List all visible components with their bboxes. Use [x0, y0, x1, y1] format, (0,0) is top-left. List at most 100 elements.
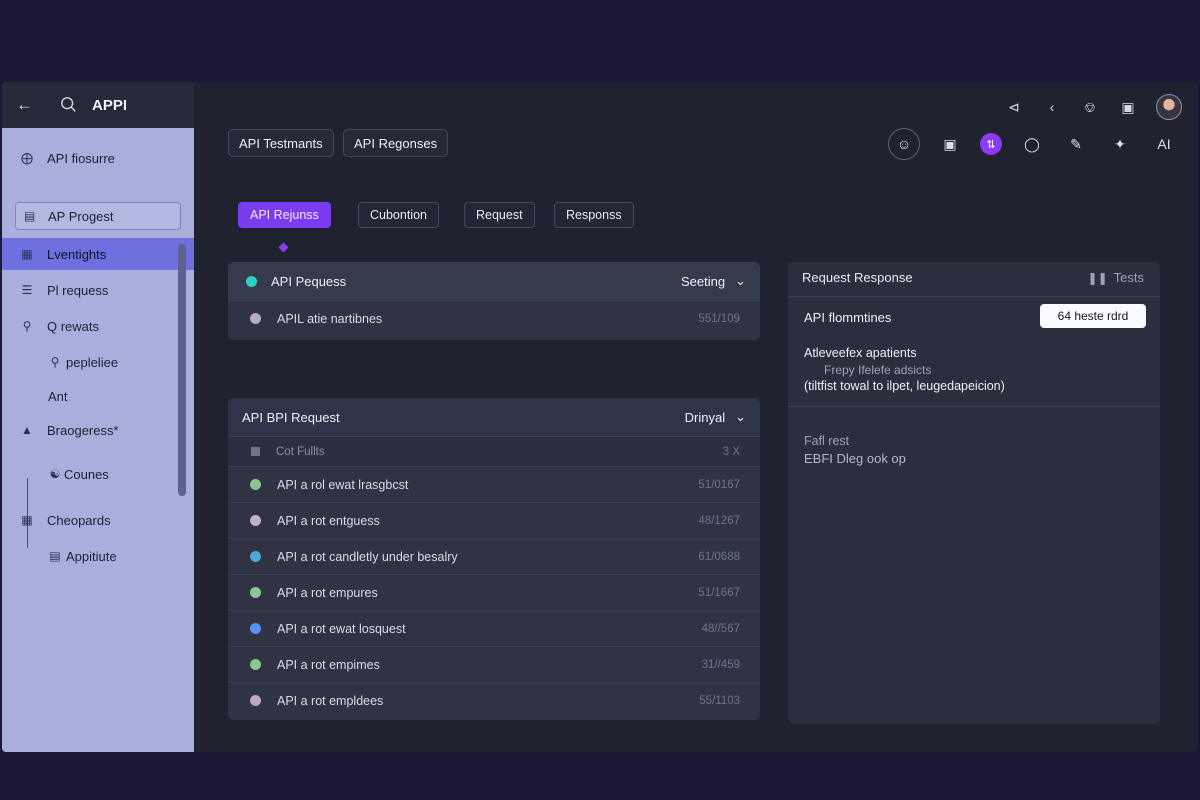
subheader-label: Cot Fullts: [276, 445, 325, 458]
status-dot: [250, 659, 261, 670]
ai-button[interactable]: AI: [1150, 130, 1178, 158]
dropdown-value: Seeting: [681, 273, 726, 289]
table-subheader: Cot Fullts 3 X: [228, 436, 760, 466]
row-label: API a rot empldees: [277, 693, 384, 708]
sidebar-item-braogeress[interactable]: ▲ Braogeress*: [2, 414, 194, 446]
panel-header: API Pequess Seeting ⌄: [228, 262, 760, 300]
sidebar-item-lventights[interactable]: ▦ Lventights: [2, 238, 194, 270]
back-arrow-icon[interactable]: ←: [16, 95, 36, 115]
dropdown-value: Drinyal: [684, 409, 726, 425]
sidebar-item-q-rewats[interactable]: ⚲ Q rewats: [2, 310, 194, 342]
panel-header: API BPI Request Drinyal ⌄: [228, 398, 760, 436]
table-row[interactable]: API a rot empures 51/1667: [228, 574, 760, 610]
tab-request[interactable]: Request: [464, 202, 535, 228]
sidebar: ⨁ API fiosurre ▤ AP Progest ▦ Lventights…: [2, 128, 194, 752]
sidebar-item-ap-progest[interactable]: ▤ AP Progest: [15, 202, 181, 230]
sidebar-item-label: Cheopards: [47, 512, 111, 528]
sidebar-item-cheopards[interactable]: ▦ Cheopards: [2, 504, 194, 536]
app-window: ← APPI ⨁ API fiosurre ▤ AP Progest ▦ Lve…: [2, 82, 1198, 752]
sidebar-item-counes[interactable]: ☯ Counes: [2, 458, 194, 490]
sidebar-item-label: Braogeress*: [47, 422, 119, 438]
panel-dropdown[interactable]: Seeting ⌄: [681, 273, 746, 289]
sidebar-item-appitiute[interactable]: ▤ Appitiute: [2, 540, 194, 572]
request-response-panel: Request Response ❚❚ Tests API flommtines…: [788, 262, 1160, 724]
chat-icon[interactable]: ◯: [1018, 130, 1046, 158]
status-dot: [250, 479, 261, 490]
checkbox-icon[interactable]: [251, 447, 260, 456]
toolbar: ☺ ▣ ⇅ ◯ ✎ ✦ AI: [888, 128, 1178, 160]
table-row[interactable]: API a rol ewat lrasgbcst 51/0167: [228, 466, 760, 502]
sidebar-item-label: API fiosurre: [47, 150, 115, 166]
tab-responss[interactable]: Responss: [554, 202, 634, 228]
description-subtitle: Frepy Ifelefe adsicts: [824, 363, 932, 377]
row-label: API a rot candletly under besalry: [277, 549, 458, 564]
chevron-left-icon[interactable]: ‹: [1042, 97, 1062, 117]
row-label: API a rot ewat losquest: [277, 621, 406, 636]
bolt-icon[interactable]: ⇅: [980, 133, 1002, 155]
pencil-icon[interactable]: ✎: [1062, 130, 1090, 158]
table-row[interactable]: API a rot empimes 31//459: [228, 646, 760, 682]
sidebar-item-pepleliee[interactable]: ⚲ pepleliee: [2, 346, 194, 378]
table-row[interactable]: API a rot empldees 55/1103: [228, 682, 760, 718]
sidebar-item-pl-requess[interactable]: ☰ Pl requess: [2, 274, 194, 306]
divider: [788, 296, 1160, 297]
columns-icon: ❚❚: [1087, 270, 1108, 285]
search-icon[interactable]: [60, 96, 78, 114]
subheader-value: 3 X: [722, 445, 740, 458]
status-badge: 64 heste rdrd: [1040, 304, 1146, 328]
row-value: 551/109: [698, 312, 740, 325]
sidebar-scrollbar[interactable]: [178, 244, 186, 496]
app-title: APPI: [92, 96, 128, 114]
arrow-up-icon: ▲: [21, 423, 33, 437]
row-label: APIL atie nartibnes: [277, 311, 383, 326]
tab-cubontion[interactable]: Cubontion: [358, 202, 439, 228]
row-value: 51/0167: [698, 478, 740, 491]
sidebar-item-label: Counes: [64, 466, 109, 482]
pin-icon[interactable]: ✦: [1106, 130, 1134, 158]
description-line: (tiltfist towal to ilpet, leugedapeicion…: [804, 379, 1005, 393]
grid-icon: ▦: [21, 247, 33, 261]
table-row[interactable]: API a rot ewat losquest 48//567: [228, 610, 760, 646]
footer-line: EBFI Dleg ook op: [804, 451, 906, 466]
api-pequess-panel: API Pequess Seeting ⌄ APIL atie nartibne…: [228, 262, 760, 340]
window-icon[interactable]: ▣: [1118, 97, 1138, 117]
status-dot: [250, 623, 261, 634]
users-icon: ☯: [49, 467, 61, 481]
tests-tab[interactable]: ❚❚ Tests: [1088, 270, 1144, 285]
row-value: 31//459: [701, 658, 740, 671]
row-label: API a rot empures: [277, 585, 378, 600]
chevron-down-icon: ⌄: [735, 409, 746, 424]
api-bpi-request-panel: API BPI Request Drinyal ⌄ Cot Fullts 3 X…: [228, 398, 760, 720]
chip-api-regonses[interactable]: API Regonses: [343, 129, 449, 157]
sidebar-item-label: pepleliee: [66, 354, 119, 370]
tab-api-rejunss[interactable]: API Rejunss: [238, 202, 331, 228]
sidebar-item-api-fiosurre[interactable]: ⨁ API fiosurre: [2, 142, 194, 174]
avatar[interactable]: [1156, 94, 1182, 120]
status-dot: [250, 313, 261, 324]
tests-label: Tests: [1113, 270, 1144, 285]
sidebar-item-label: Pl requess: [47, 282, 109, 298]
response-row-label: API flommtines: [804, 310, 892, 325]
sidebar-item-label: Ant: [48, 388, 68, 404]
sidebar-item-label: AP Progest: [48, 208, 114, 224]
user-icon[interactable]: ☺: [888, 128, 920, 160]
status-dot: [246, 275, 257, 287]
chip-api-testmants[interactable]: API Testmants: [228, 129, 334, 157]
bell-icon[interactable]: ⎊: [1080, 97, 1100, 117]
list-item[interactable]: APIL atie nartibnes 551/109: [228, 300, 760, 336]
status-dot: [250, 515, 261, 526]
panel-dropdown[interactable]: Drinyal ⌄: [685, 409, 746, 425]
pin-icon: ⚲: [22, 319, 32, 333]
sidebar-item-ant[interactable]: Ant: [2, 380, 194, 412]
status-dot: [250, 587, 261, 598]
row-label: API a rol ewat lrasgbcst: [277, 477, 409, 492]
share-icon[interactable]: ⊲: [1004, 97, 1024, 117]
eye-icon: ⨁: [21, 151, 33, 165]
row-value: 51/1667: [698, 586, 740, 599]
table-row[interactable]: API a rot entguess 48/1267: [228, 502, 760, 538]
panel-title: API Pequess: [271, 273, 347, 289]
save-icon[interactable]: ▣: [936, 130, 964, 158]
row-value: 55/1103: [699, 694, 740, 707]
grid-icon: ▦: [21, 513, 33, 527]
table-row[interactable]: API a rot candletly under besalry 61/068…: [228, 538, 760, 574]
